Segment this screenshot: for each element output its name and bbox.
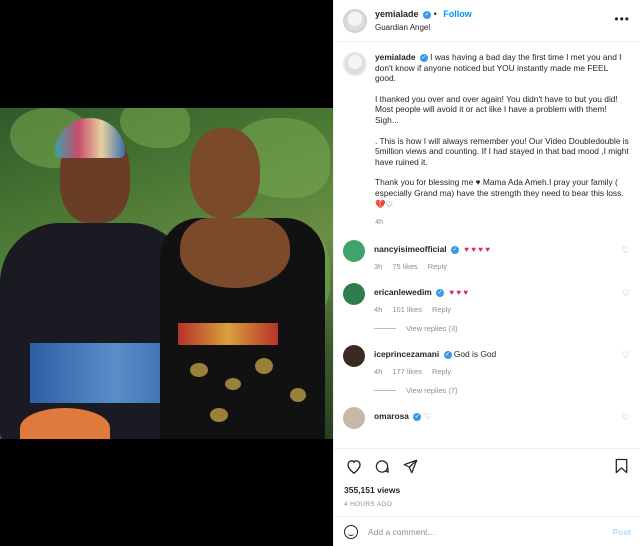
view-count[interactable]: 355,151 views	[344, 485, 631, 495]
emoji-icon[interactable]	[344, 524, 358, 539]
verified-icon: ✓	[419, 53, 428, 62]
comment-item: nancyisimeofficial ✓ ♥ ♥ ♥ ♥ 3h 75 likes R…	[343, 239, 630, 271]
more-icon[interactable]: •••	[614, 12, 630, 26]
caption-avatar[interactable]	[343, 52, 367, 76]
commenter-avatar[interactable]	[343, 239, 365, 262]
caption-time: 4h	[375, 217, 384, 227]
comment-item: iceprincezamani ✓ God is God 4h 177 likes…	[343, 344, 630, 376]
comment-form: Post	[334, 516, 640, 546]
author-avatar[interactable]	[343, 8, 367, 33]
commenter-avatar[interactable]	[343, 282, 365, 305]
comment-item: omarosa ✓ ♡ ♡	[343, 406, 630, 429]
reply-button[interactable]: Reply	[428, 262, 447, 271]
view-replies-button[interactable]: View replies (3)	[374, 324, 630, 333]
author-username[interactable]: yemialade	[375, 9, 419, 19]
post-modal: yemialade ✓ • Follow Guardian Angel ••• …	[0, 0, 640, 546]
comment-text: ♡	[423, 410, 432, 421]
commenter-username[interactable]: nancyisimeofficial	[374, 244, 447, 254]
follow-button[interactable]: Follow	[443, 9, 472, 19]
post-timestamp[interactable]: 4 HOURS AGO	[344, 501, 631, 508]
verified-icon: ✓	[436, 288, 445, 297]
comment-likes[interactable]: 101 likes	[392, 305, 422, 314]
video-panel[interactable]	[0, 0, 333, 546]
caption-username[interactable]: yemialade	[375, 52, 416, 62]
like-comment-icon[interactable]: ♡	[622, 350, 630, 361]
comment-time: 4h	[374, 366, 383, 376]
comment-time: 4h	[374, 304, 383, 314]
video-frame[interactable]	[0, 108, 333, 439]
heart-icon[interactable]	[344, 457, 364, 475]
comment-text: ♥ ♥ ♥	[449, 287, 469, 297]
verified-icon: ✓	[450, 245, 459, 254]
post-comment-button[interactable]: Post	[613, 527, 631, 537]
verified-icon: ✓	[443, 350, 452, 359]
comment-text: ♥ ♥ ♥ ♥	[464, 244, 490, 254]
caption: yemialade ✓ I was having a bad day the f…	[343, 52, 630, 228]
comment-input[interactable]	[368, 526, 613, 537]
comment-likes[interactable]: 75 likes	[392, 262, 417, 271]
verified-icon: ✓	[423, 10, 432, 19]
like-comment-icon[interactable]: ♡	[622, 412, 630, 423]
caption-text: I thanked you over and over again! You d…	[375, 93, 618, 125]
action-bar: 355,151 views 4 HOURS AGO	[334, 448, 640, 516]
like-comment-icon[interactable]: ♡	[622, 245, 630, 256]
commenter-avatar[interactable]	[343, 344, 365, 367]
comment-text: God is God	[453, 348, 497, 359]
view-replies-button[interactable]: View replies (7)	[374, 386, 630, 395]
share-icon[interactable]	[400, 457, 420, 475]
comment-icon[interactable]	[372, 457, 392, 475]
caption-text: Thank you for blessing me ♥ Mama Ada Ame…	[375, 177, 624, 209]
comments-list[interactable]: yemialade ✓ I was having a bad day the f…	[334, 42, 640, 447]
comment-time: 3h	[374, 261, 383, 271]
reply-button[interactable]: Reply	[432, 367, 451, 376]
commenter-username[interactable]: ericanlewedim	[374, 287, 432, 297]
bookmark-icon[interactable]	[611, 457, 631, 475]
commenter-username[interactable]: omarosa	[374, 411, 409, 421]
comment-likes[interactable]: 177 likes	[392, 367, 422, 376]
commenter-avatar[interactable]	[343, 406, 365, 429]
verified-icon: ✓	[413, 412, 422, 421]
caption-text: . This is how I will always remember you…	[375, 135, 629, 167]
post-details-panel: yemialade ✓ • Follow Guardian Angel ••• …	[333, 0, 640, 546]
like-comment-icon[interactable]: ♡	[622, 288, 630, 299]
post-location[interactable]: Guardian Angel	[375, 23, 472, 32]
commenter-username[interactable]: iceprincezamani	[374, 349, 439, 359]
reply-button[interactable]: Reply	[432, 305, 451, 314]
post-header: yemialade ✓ • Follow Guardian Angel •••	[334, 0, 640, 42]
comment-item: ericanlewedim ✓ ♥ ♥ ♥ 4h 101 likes Reply ♡	[343, 282, 630, 314]
